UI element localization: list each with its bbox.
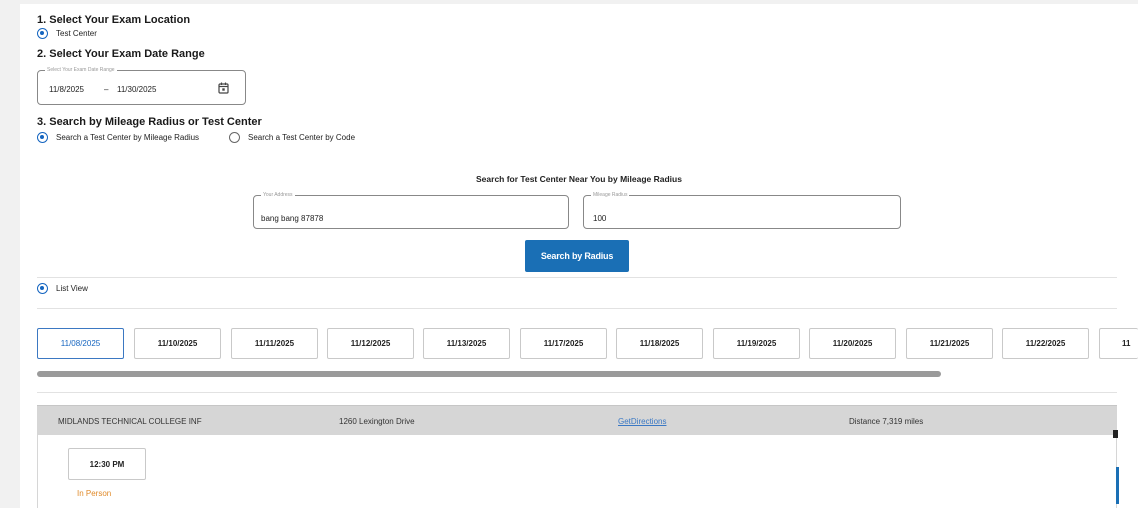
date-button-11-12[interactable]: 11/12/2025 (327, 328, 414, 359)
date-button-11-20[interactable]: 11/20/2025 (809, 328, 896, 359)
date-button-11-17[interactable]: 11/17/2025 (520, 328, 607, 359)
list-view-label: List View (56, 284, 88, 293)
date-button-11-11[interactable]: 11/11/2025 (231, 328, 318, 359)
date-button-11-13[interactable]: 11/13/2025 (423, 328, 510, 359)
date-button-partial[interactable]: 11 (1099, 328, 1138, 359)
divider (37, 277, 1117, 278)
test-center-row: MIDLANDS TECHNICAL COLLEGE INF 1260 Lexi… (37, 405, 1117, 435)
radius-field[interactable]: Mileage Radius 100 (583, 191, 901, 229)
delivery-mode: In Person (77, 489, 112, 498)
calendar-icon[interactable] (218, 81, 229, 99)
exam-scheduler-page: 1. Select Your Exam Location Test Center… (20, 4, 1138, 508)
search-by-radius-button[interactable]: Search by Radius (525, 240, 629, 272)
section-1-title: 1. Select Your Exam Location (37, 14, 191, 26)
edge-widget (1113, 430, 1118, 438)
test-center-radio[interactable] (37, 28, 48, 39)
date-range-start[interactable]: 11/8/2025 (49, 85, 84, 94)
radius-label: Mileage Radius (591, 191, 630, 199)
code-search-label: Search a Test Center by Code (248, 133, 356, 142)
date-range-end[interactable]: 11/30/2025 (117, 85, 156, 94)
list-view-radio[interactable] (37, 283, 48, 294)
section-2-title: 2. Select Your Exam Date Range (37, 48, 205, 60)
date-button-11-19[interactable]: 11/19/2025 (713, 328, 800, 359)
center-distance: Distance 7,319 miles (849, 417, 924, 426)
divider (37, 392, 1117, 393)
center-name: MIDLANDS TECHNICAL COLLEGE INF (58, 417, 202, 426)
center-address: 1260 Lexington Drive (339, 417, 415, 426)
date-range-field[interactable]: Select Your Exam Date Range 11/8/2025 – … (37, 66, 246, 105)
date-button-11-18[interactable]: 11/18/2025 (616, 328, 703, 359)
date-range-label: Select Your Exam Date Range (45, 66, 117, 74)
time-slots: 12:30 PM In Person (37, 435, 1117, 508)
divider (37, 308, 1117, 309)
radius-search-label: Search a Test Center by Mileage Radius (56, 133, 200, 142)
address-input[interactable]: bang bang 87878 (261, 214, 323, 223)
date-button-11-08[interactable]: 11/08/2025 (37, 328, 124, 359)
test-center-label: Test Center (56, 29, 97, 38)
edge-widget[interactable] (1116, 467, 1119, 504)
address-label: Your Address (261, 191, 295, 199)
date-button-11-21[interactable]: 11/21/2025 (906, 328, 993, 359)
date-range-separator: – (104, 85, 109, 94)
section-3-title: 3. Search by Mileage Radius or Test Cent… (37, 116, 262, 128)
date-button-11-10[interactable]: 11/10/2025 (134, 328, 221, 359)
search-heading: Search for Test Center Near You by Milea… (476, 174, 682, 184)
code-search-radio[interactable] (229, 132, 240, 143)
get-directions-link[interactable]: GetDirections (618, 417, 666, 426)
time-slot-button[interactable]: 12:30 PM (68, 448, 146, 480)
radius-search-radio[interactable] (37, 132, 48, 143)
date-button-11-22[interactable]: 11/22/2025 (1002, 328, 1089, 359)
radius-input[interactable]: 100 (593, 214, 606, 223)
date-scrollbar[interactable] (37, 371, 941, 377)
address-field[interactable]: Your Address bang bang 87878 (253, 191, 569, 229)
